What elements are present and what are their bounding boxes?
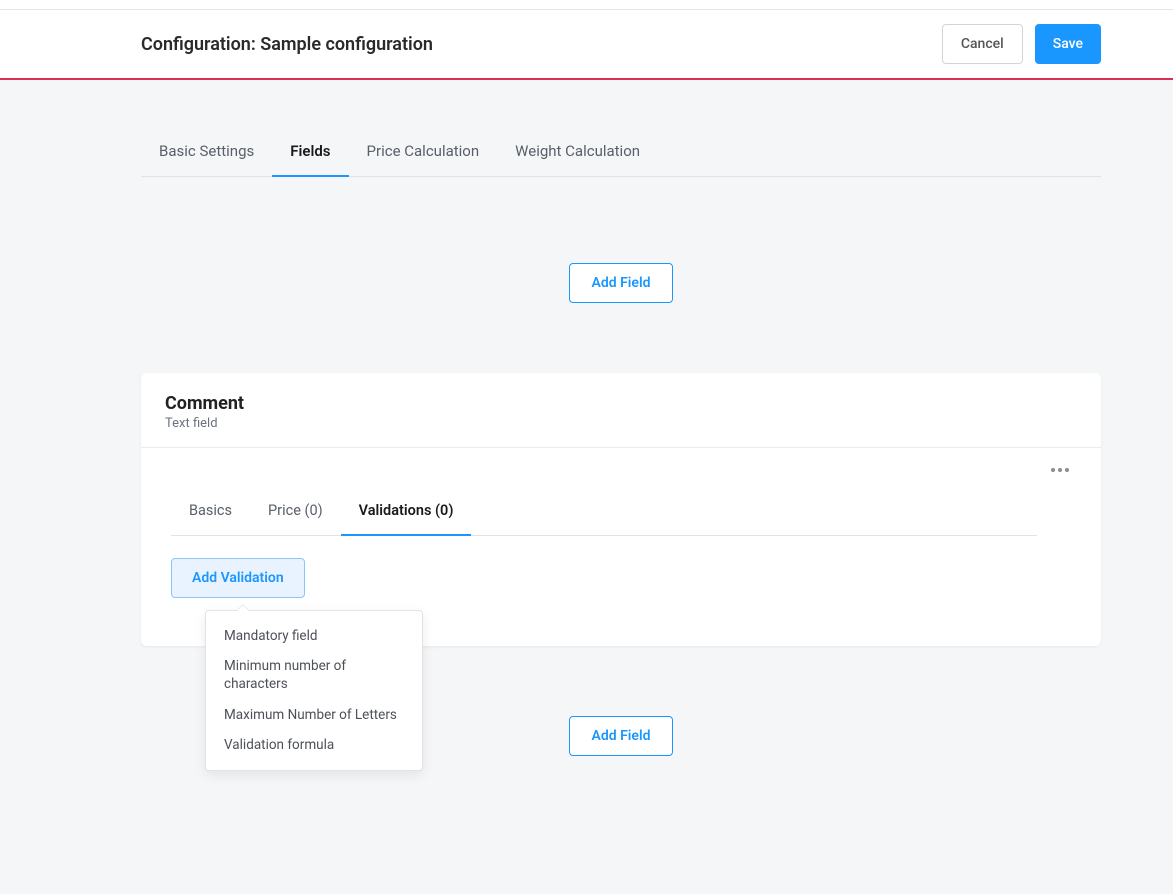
add-validation-button[interactable]: Add Validation <box>171 558 305 598</box>
field-card-title: Comment <box>165 393 1077 414</box>
add-field-button-bottom[interactable]: Add Field <box>569 716 674 756</box>
header-actions: Cancel Save <box>942 24 1101 64</box>
add-field-top-wrap: Add Field <box>141 263 1101 303</box>
field-card-subtitle: Text field <box>165 416 1077 431</box>
main-tabs: Basic Settings Fields Price Calculation … <box>141 128 1101 177</box>
dropdown-item-formula[interactable]: Validation formula <box>206 730 422 760</box>
field-card-body: Basics Price (0) Validations (0) Add Val… <box>141 448 1101 646</box>
tab-basic-settings[interactable]: Basic Settings <box>141 128 272 176</box>
validation-dropdown: Mandatory field Minimum number of charac… <box>205 610 423 771</box>
add-field-button-top[interactable]: Add Field <box>569 263 674 303</box>
dots-horizontal-icon <box>1051 468 1069 472</box>
dropdown-item-min-chars[interactable]: Minimum number of characters <box>206 651 422 699</box>
sub-tab-basics[interactable]: Basics <box>171 488 250 535</box>
add-validation-wrap: Add Validation Mandatory field Minimum n… <box>171 558 1071 598</box>
cancel-button[interactable]: Cancel <box>942 24 1023 64</box>
field-card-header: Comment Text field <box>141 373 1101 448</box>
field-card: Comment Text field Basics Price (0) Vali… <box>141 373 1101 646</box>
save-button[interactable]: Save <box>1035 24 1101 64</box>
tab-fields[interactable]: Fields <box>272 128 348 176</box>
sub-tab-validations[interactable]: Validations (0) <box>341 488 472 535</box>
tab-price-calculation[interactable]: Price Calculation <box>349 128 498 176</box>
dropdown-item-mandatory[interactable]: Mandatory field <box>206 621 422 651</box>
sub-tab-price[interactable]: Price (0) <box>250 488 341 535</box>
content-area: Basic Settings Fields Price Calculation … <box>0 128 1173 756</box>
tab-weight-calculation[interactable]: Weight Calculation <box>497 128 658 176</box>
page-title: Configuration: Sample configuration <box>141 34 433 55</box>
header-bar: Configuration: Sample configuration Canc… <box>0 10 1173 80</box>
top-separator <box>0 0 1173 10</box>
more-options-button[interactable] <box>1045 462 1075 478</box>
sub-tabs: Basics Price (0) Validations (0) <box>171 488 1037 536</box>
dropdown-item-max-letters[interactable]: Maximum Number of Letters <box>206 700 422 730</box>
